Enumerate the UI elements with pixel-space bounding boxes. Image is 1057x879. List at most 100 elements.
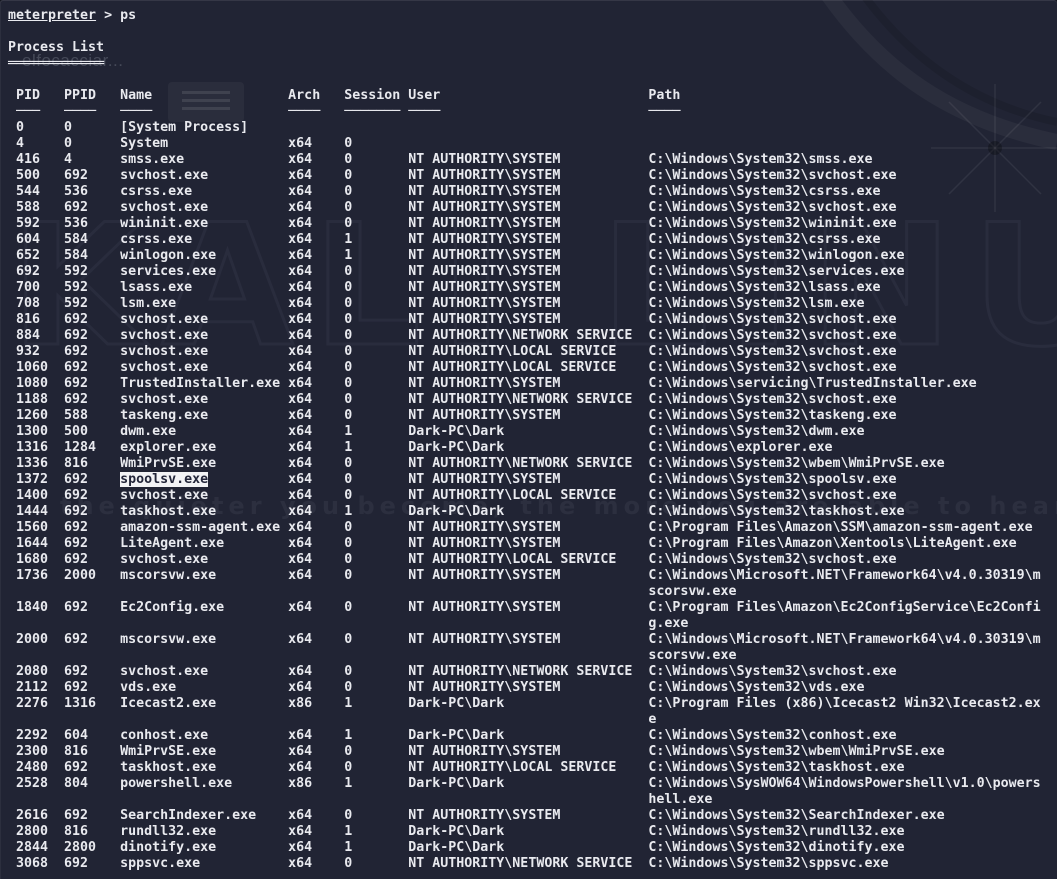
cell-user: NT AUTHORITY\LOCAL SERVICE (408, 552, 648, 568)
cell-name: lsm.exe (120, 296, 288, 312)
process-row: 2080692svchost.exex640NT AUTHORITY\NETWO… (8, 664, 1057, 680)
cell-arch: x86 (288, 696, 344, 728)
cell-arch: x64 (288, 632, 344, 664)
process-row: 1336816WmiPrvSE.exex640NT AUTHORITY\NETW… (8, 456, 1057, 472)
terminal-screen[interactable]: meterpreter > ps Process List ══════════… (0, 0, 1057, 872)
cell-pid: 692 (16, 264, 64, 280)
cell-path: C:\Windows\System32\taskhost.exe (648, 760, 1040, 776)
process-row: 1444692taskhost.exex641Dark-PC\DarkC:\Wi… (8, 504, 1057, 520)
cell-user: NT AUTHORITY\NETWORK SERVICE (408, 392, 648, 408)
cell-name: WmiPrvSE.exe (120, 744, 288, 760)
cell-session: 0 (344, 360, 408, 376)
cell-name: svchost.exe (120, 664, 288, 680)
cell-name: wininit.exe (120, 216, 288, 232)
cell-session: 1 (344, 696, 408, 728)
process-row: 2480692taskhost.exex640NT AUTHORITY\LOCA… (8, 760, 1057, 776)
process-row: 00[System Process] (8, 120, 1057, 136)
cell-name: svchost.exe (120, 200, 288, 216)
cell-session: 1 (344, 728, 408, 744)
cell-path (648, 120, 1040, 136)
process-row: 1680692svchost.exex640NT AUTHORITY\LOCAL… (8, 552, 1057, 568)
cell-pid: 1840 (16, 600, 64, 632)
cell-session: 0 (344, 264, 408, 280)
cell-arch: x64 (288, 248, 344, 264)
process-row: 2800816rundll32.exex641Dark-PC\DarkC:\Wi… (8, 824, 1057, 840)
cell-name: rundll32.exe (120, 824, 288, 840)
process-table: PIDPPIDNameArchSessionUserPath ─────────… (8, 88, 1057, 872)
cell-pid: 544 (16, 184, 64, 200)
table-header-row: PIDPPIDNameArchSessionUserPath (8, 88, 1057, 104)
cell-pid: 2480 (16, 760, 64, 776)
cell-user: NT AUTHORITY\SYSTEM (408, 408, 648, 424)
cell-path: C:\Windows\System32\dwm.exe (648, 424, 1040, 440)
cell-name: TrustedInstaller.exe (120, 376, 288, 392)
cell-ppid: 692 (64, 360, 120, 376)
cell-arch: x64 (288, 488, 344, 504)
cell-user (408, 120, 648, 136)
cell-session: 0 (344, 296, 408, 312)
cell-session: 0 (344, 680, 408, 696)
cell-arch: x64 (288, 312, 344, 328)
cell-user: NT AUTHORITY\SYSTEM (408, 808, 648, 824)
cell-ppid: 692 (64, 760, 120, 776)
cell-pid: 2844 (16, 840, 64, 856)
process-row: 2300816WmiPrvSE.exex640NT AUTHORITY\SYST… (8, 744, 1057, 760)
cell-path: C:\Program Files (x86)\Icecast2 Win32\Ic… (648, 696, 1040, 728)
cell-pid: 3068 (16, 856, 64, 872)
cell-arch: x64 (288, 136, 344, 152)
cell-user: NT AUTHORITY\SYSTEM (408, 264, 648, 280)
cell-ppid: 536 (64, 216, 120, 232)
column-underline-ppid: ──── (64, 104, 120, 120)
cell-name: Icecast2.exe (120, 696, 288, 728)
cell-name: svchost.exe (120, 360, 288, 376)
cell-session: 0 (344, 488, 408, 504)
cell-path: C:\Windows\System32\svchost.exe (648, 312, 1040, 328)
cell-ppid: 816 (64, 456, 120, 472)
cell-user: NT AUTHORITY\NETWORK SERVICE (408, 456, 648, 472)
process-row: 692592services.exex640NT AUTHORITY\SYSTE… (8, 264, 1057, 280)
cell-pid: 1188 (16, 392, 64, 408)
cell-pid: 700 (16, 280, 64, 296)
cell-session (344, 120, 408, 136)
cell-arch: x64 (288, 152, 344, 168)
cell-arch: x64 (288, 168, 344, 184)
column-header-name: Name (120, 88, 288, 104)
process-row: 1060692svchost.exex640NT AUTHORITY\LOCAL… (8, 360, 1057, 376)
cell-name: [System Process] (120, 120, 288, 136)
cell-name: mscorsvw.exe (120, 632, 288, 664)
cell-name: dinotify.exe (120, 840, 288, 856)
cell-session: 1 (344, 424, 408, 440)
process-row: 2112692vds.exex640NT AUTHORITY\SYSTEMC:\… (8, 680, 1057, 696)
cell-user: NT AUTHORITY\SYSTEM (408, 200, 648, 216)
cell-ppid: 692 (64, 552, 120, 568)
cell-pid: 1260 (16, 408, 64, 424)
cell-pid: 708 (16, 296, 64, 312)
cell-arch: x64 (288, 328, 344, 344)
cell-ppid: 692 (64, 520, 120, 536)
cell-arch: x86 (288, 776, 344, 808)
column-underline-session: ─────── (344, 104, 408, 120)
cell-pid: 2276 (16, 696, 64, 728)
cell-path: C:\Windows\explorer.exe (648, 440, 1040, 456)
cell-pid: 592 (16, 216, 64, 232)
process-row: 544536csrss.exex640NT AUTHORITY\SYSTEMC:… (8, 184, 1057, 200)
cell-ppid: 692 (64, 392, 120, 408)
cell-session: 1 (344, 504, 408, 520)
cell-user: NT AUTHORITY\SYSTEM (408, 232, 648, 248)
cell-ppid: 604 (64, 728, 120, 744)
process-row: 2616692SearchIndexer.exex640NT AUTHORITY… (8, 808, 1057, 824)
cell-user: Dark-PC\Dark (408, 696, 648, 728)
cell-user: NT AUTHORITY\SYSTEM (408, 744, 648, 760)
cell-session: 0 (344, 168, 408, 184)
cell-path: C:\Windows\System32\csrss.exe (648, 232, 1040, 248)
cell-session: 0 (344, 312, 408, 328)
cell-pid: 2616 (16, 808, 64, 824)
column-underline-name: ──── (120, 104, 288, 120)
cell-user: NT AUTHORITY\LOCAL SERVICE (408, 488, 648, 504)
cell-arch: x64 (288, 664, 344, 680)
cell-pid: 2528 (16, 776, 64, 808)
terminal-window[interactable]: elfocacciar... KALI LINUX the quieter yo… (0, 0, 1057, 879)
cell-name: dwm.exe (120, 424, 288, 440)
process-row: 3068692sppsvc.exex640NT AUTHORITY\NETWOR… (8, 856, 1057, 872)
prompt-program: meterpreter (8, 8, 96, 23)
